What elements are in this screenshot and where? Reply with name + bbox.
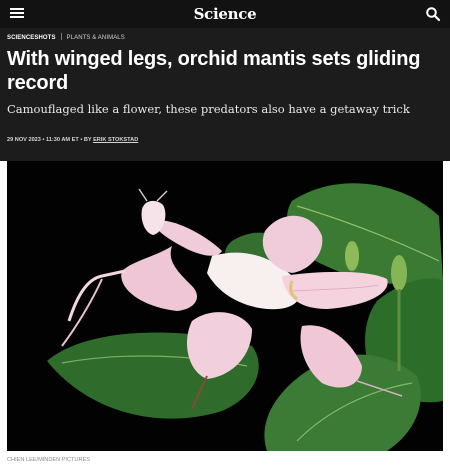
publish-date: 29 NOV 2023 (7, 137, 41, 143)
top-navigation-bar: Science (0, 0, 450, 28)
section-link[interactable]: SCIENCESHOTS (7, 35, 56, 41)
hero-image-orchid-mantis (7, 161, 443, 451)
publish-time: 11:30 AM ET (46, 137, 79, 143)
article-kicker: SCIENCESHOTS PLANTS & ANIMALS (7, 33, 125, 41)
author-link[interactable]: ERIK STOKSTAD (93, 137, 138, 143)
byline-by: BY (83, 137, 92, 143)
article-header: SCIENCESHOTS PLANTS & ANIMALS With winged… (0, 28, 450, 161)
search-icon[interactable] (425, 6, 441, 22)
kicker-divider (60, 33, 62, 40)
article-dek: Camouflaged like a flower, these predato… (7, 102, 410, 116)
byline-separator: • (80, 137, 83, 143)
subsection-link[interactable]: PLANTS & ANIMALS (67, 35, 125, 41)
image-credit: CHIEN LEE/MINDEN PICTURES (7, 457, 90, 463)
article-byline: 29 NOV 2023 • 11:30 AM ET • BY ERIK STOK… (7, 137, 138, 143)
site-logo[interactable]: Science (0, 5, 450, 23)
byline-separator: • (42, 137, 45, 143)
article-headline: With winged legs, orchid mantis sets gli… (7, 48, 421, 94)
